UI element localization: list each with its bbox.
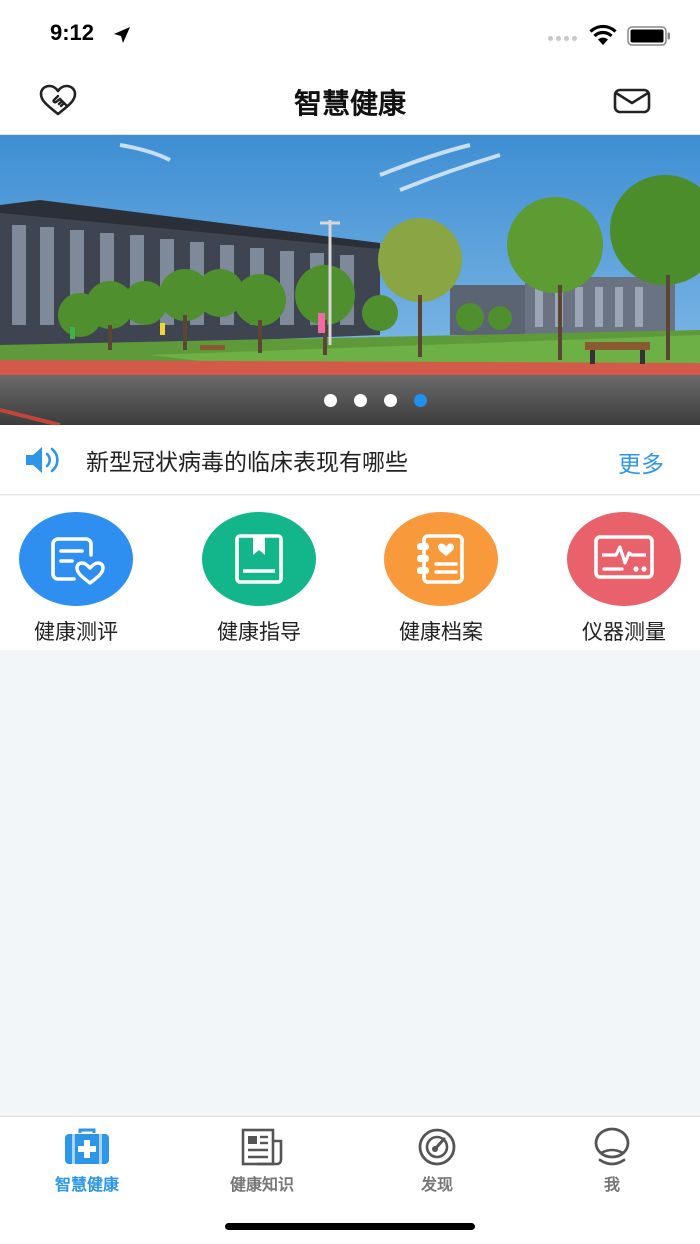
tab-health-knowledge[interactable]: 健康知识 bbox=[202, 1127, 322, 1195]
device-measure-icon bbox=[567, 512, 681, 606]
news-ticker[interactable]: 新型冠状病毒的临床表现有哪些 更多 bbox=[0, 425, 700, 495]
page-title: 智慧健康 bbox=[293, 87, 406, 120]
location-arrow-icon bbox=[114, 27, 130, 43]
speaker-icon bbox=[26, 447, 59, 473]
home-indicator[interactable] bbox=[225, 1223, 475, 1230]
carousel-pagination bbox=[0, 394, 700, 407]
feature-health-guide[interactable]: 健康指导 bbox=[194, 512, 324, 646]
carousel-dot-active[interactable] bbox=[413, 394, 427, 407]
news-headline[interactable]: 新型冠状病毒的临床表现有哪些 bbox=[86, 443, 408, 477]
health-record-icon bbox=[384, 512, 498, 606]
feature-label: 健康指导 bbox=[217, 620, 301, 644]
battery-icon bbox=[627, 26, 670, 46]
tab-label: 我 bbox=[603, 1175, 620, 1194]
campus-building-photo bbox=[0, 135, 700, 425]
newspaper-icon bbox=[241, 1128, 283, 1166]
carousel-dot[interactable] bbox=[353, 394, 367, 407]
medical-kit-icon bbox=[65, 1128, 109, 1164]
health-assessment-icon bbox=[19, 512, 133, 606]
cellular-signal-icon bbox=[548, 36, 577, 41]
banner-carousel[interactable] bbox=[0, 135, 700, 425]
wifi-icon bbox=[589, 24, 617, 45]
health-guide-book-icon bbox=[202, 512, 316, 606]
navigation-bar: 智慧健康 bbox=[0, 70, 700, 135]
status-time: 9:12 bbox=[50, 20, 95, 45]
compass-icon bbox=[418, 1128, 456, 1166]
feature-grid: 健康测评 健康指导 健康档案 仪器测量 bbox=[0, 496, 700, 650]
more-link[interactable]: 更多 bbox=[618, 445, 664, 479]
carousel-dot[interactable] bbox=[383, 394, 397, 407]
feature-label: 健康档案 bbox=[399, 620, 483, 644]
user-icon bbox=[594, 1127, 630, 1166]
tab-discover[interactable]: 发现 bbox=[377, 1127, 497, 1195]
status-bar: 9:12 bbox=[0, 0, 700, 70]
feature-device-measure[interactable]: 仪器测量 bbox=[559, 512, 689, 646]
carousel-dot[interactable] bbox=[323, 394, 337, 407]
tab-label: 健康知识 bbox=[229, 1175, 294, 1194]
tab-label: 智慧健康 bbox=[54, 1175, 119, 1194]
feature-health-assessment[interactable]: 健康测评 bbox=[11, 512, 141, 646]
feature-health-record[interactable]: 健康档案 bbox=[376, 512, 506, 646]
feature-label: 健康测评 bbox=[34, 620, 118, 644]
tab-smart-health[interactable]: 智慧健康 bbox=[27, 1127, 147, 1195]
tab-label: 发现 bbox=[420, 1175, 453, 1194]
tab-me[interactable]: 我 bbox=[552, 1127, 672, 1195]
feature-label: 仪器测量 bbox=[582, 620, 666, 644]
mail-icon[interactable] bbox=[612, 86, 652, 116]
